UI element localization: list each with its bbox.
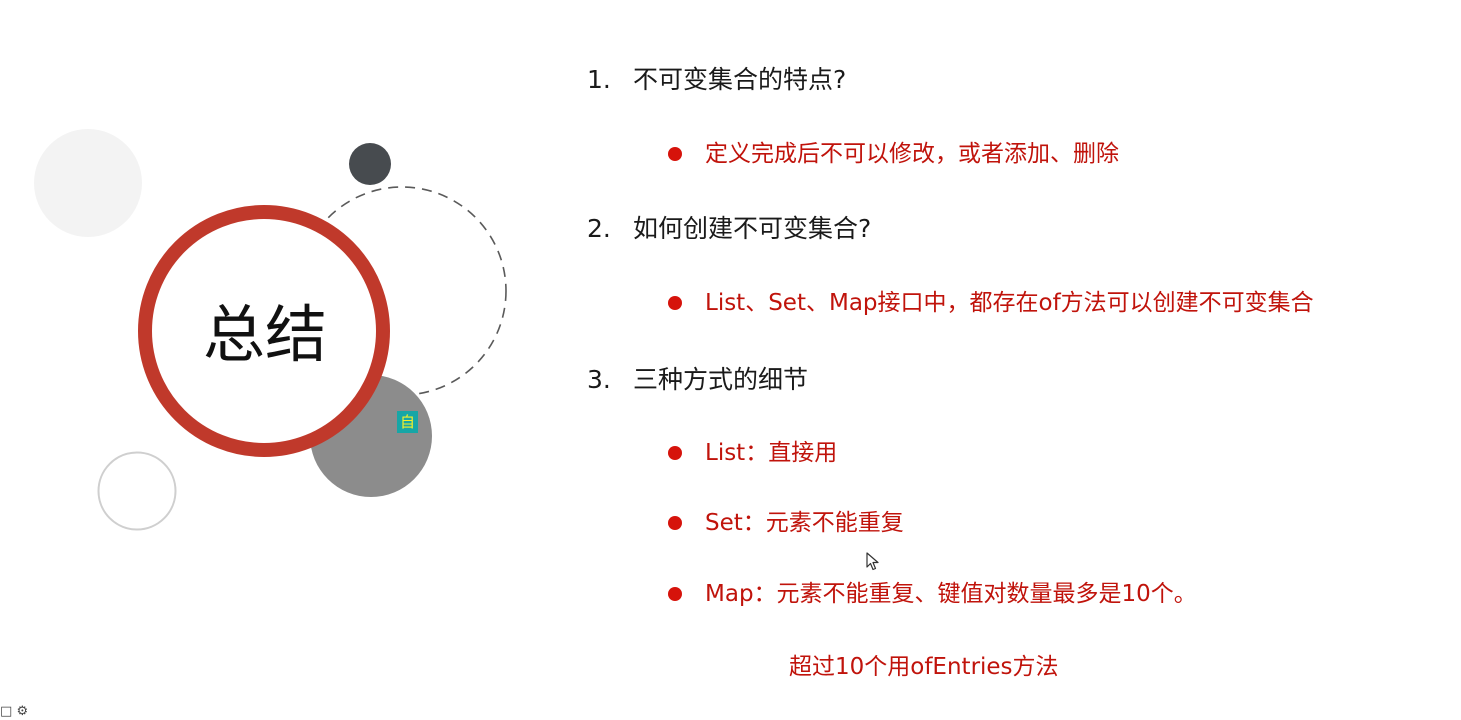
bullet-item: Set：元素不能重复 <box>668 507 904 539</box>
bullet-item: List：直接用 <box>668 437 838 469</box>
mouse-cursor-icon <box>866 552 879 571</box>
bullet-item: List、Set、Map接口中，都存在of方法可以创建不可变集合 <box>668 287 1314 319</box>
window-icon[interactable]: □ <box>0 704 12 719</box>
bullet-item: 定义完成后不可以修改，或者添加、删除 <box>668 138 1119 170</box>
question-text: 三种方式的细节 <box>633 365 809 394</box>
outline-circle <box>97 451 177 531</box>
question-1: 1. 不可变集合的特点? <box>587 63 846 97</box>
question-number: 1. <box>587 65 611 94</box>
gear-icon[interactable]: ⚙ <box>16 704 28 719</box>
question-text: 如何创建不可变集合? <box>633 214 872 243</box>
question-number: 3. <box>587 365 611 394</box>
light-gray-circle <box>34 129 142 237</box>
question-3: 3. 三种方式的细节 <box>587 363 808 397</box>
bullet-item: Map：元素不能重复、键值对数量最多是10个。 <box>668 578 1197 610</box>
bullet-dot-icon <box>668 516 682 530</box>
question-2: 2. 如何创建不可变集合? <box>587 212 871 246</box>
bullet-text: 定义完成后不可以修改，或者添加、删除 <box>705 141 1119 167</box>
player-controls: □ ⚙ <box>0 704 28 719</box>
dark-gray-dot <box>349 143 391 185</box>
bullet-dot-icon <box>668 296 682 310</box>
auto-badge: 自 <box>397 411 418 433</box>
bullet-dot-icon <box>668 446 682 460</box>
bullet-text: Map：元素不能重复、键值对数量最多是10个。 <box>705 581 1197 607</box>
bullet-text: List、Set、Map接口中，都存在of方法可以创建不可变集合 <box>705 290 1314 316</box>
note-text: 超过10个用ofEntries方法 <box>789 654 1059 680</box>
slide-title: 总结 <box>202 298 327 371</box>
question-text: 不可变集合的特点? <box>633 65 847 94</box>
bullet-dot-icon <box>668 147 682 161</box>
bullet-dot-icon <box>668 587 682 601</box>
question-number: 2. <box>587 214 611 243</box>
slide: 总结 自 1. 不可变集合的特点? 定义完成后不可以修改，或者添加、删除 2. 如何… <box>0 0 1461 720</box>
bullet-text: List：直接用 <box>705 440 838 466</box>
bullet-text: Set：元素不能重复 <box>705 510 904 536</box>
